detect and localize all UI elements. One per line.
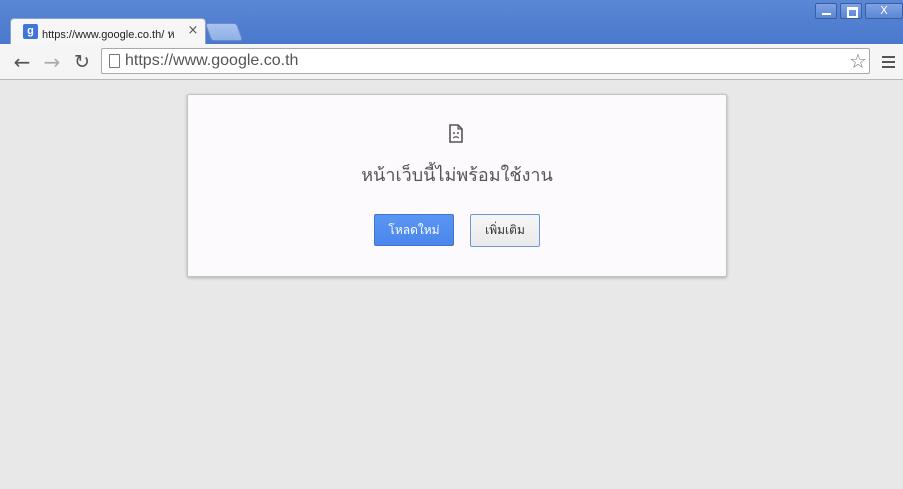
- page-icon: [109, 54, 120, 68]
- title-bar: g https://www.google.co.th/ ห × X: [0, 0, 903, 44]
- forward-arrow-icon[interactable]: →: [40, 50, 64, 74]
- back-arrow-icon[interactable]: ←: [10, 50, 34, 74]
- close-window-button[interactable]: X: [865, 3, 903, 19]
- tab-close-icon[interactable]: ×: [186, 23, 200, 39]
- minimize-button[interactable]: [815, 3, 837, 19]
- google-favicon-icon: g: [23, 24, 38, 39]
- new-tab-button[interactable]: [204, 23, 244, 41]
- sad-page-icon: [449, 124, 463, 143]
- menu-icon[interactable]: [882, 56, 895, 68]
- bookmark-star-icon[interactable]: ☆: [849, 50, 867, 72]
- maximize-icon: [841, 4, 861, 18]
- close-icon: X: [880, 4, 888, 17]
- reload-button[interactable]: โหลดใหม่: [374, 214, 454, 246]
- tab-active[interactable]: g https://www.google.co.th/ ห ×: [10, 18, 206, 44]
- more-button[interactable]: เพิ่มเติม: [470, 214, 540, 247]
- error-card: หน้าเว็บนี้ไม่พร้อมใช้งาน โหลดใหม่ เพิ่ม…: [187, 94, 727, 277]
- error-title: หน้าเว็บนี้ไม่พร้อมใช้งาน: [361, 165, 553, 186]
- browser-window: g https://www.google.co.th/ ห × X ← → ↻ …: [0, 0, 903, 489]
- toolbar: ← → ↻ https://www.google.co.th ☆: [0, 44, 903, 80]
- tab-title: https://www.google.co.th/ ห: [42, 29, 175, 41]
- page-content: หน้าเว็บนี้ไม่พร้อมใช้งาน โหลดใหม่ เพิ่ม…: [0, 80, 903, 489]
- address-bar[interactable]: https://www.google.co.th ☆: [101, 48, 870, 74]
- minimize-icon: [816, 4, 836, 18]
- reload-icon[interactable]: ↻: [70, 50, 94, 74]
- url-text[interactable]: https://www.google.co.th: [125, 52, 298, 70]
- maximize-button[interactable]: [840, 3, 862, 19]
